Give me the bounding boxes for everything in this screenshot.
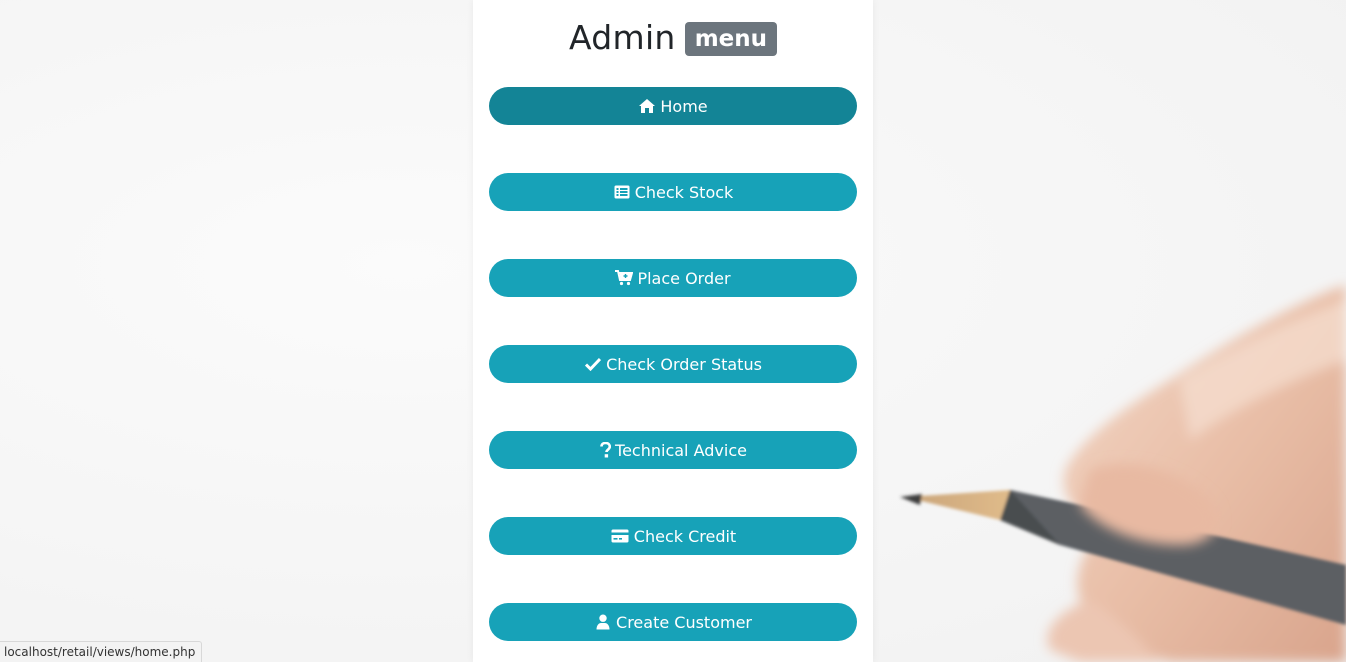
check-credit-button-label: Check Credit	[633, 526, 737, 546]
status-bar-url: localhost/retail/views/home.php	[0, 641, 203, 662]
place-order-button[interactable]: Place Order	[489, 259, 857, 297]
technical-advice-button[interactable]: Technical Advice	[489, 431, 857, 469]
home-button[interactable]: Home	[489, 87, 857, 125]
check-credit-button[interactable]: Check Credit	[489, 517, 857, 555]
create-customer-button[interactable]: Create Customer	[489, 603, 857, 641]
home-button-label: Home	[660, 96, 708, 116]
page-title: Admin	[568, 18, 676, 57]
check-stock-button-label: Check Stock	[634, 182, 734, 202]
check-icon	[584, 355, 602, 373]
place-order-button-label: Place Order	[637, 268, 731, 288]
admin-menu-panel: Admin menu Home Check Stock Place Order …	[473, 0, 873, 662]
cart-plus-icon	[615, 269, 634, 287]
check-stock-button[interactable]: Check Stock	[489, 173, 857, 211]
user-icon	[594, 613, 612, 631]
page-header: Admin menu	[473, 18, 873, 57]
check-order-status-button[interactable]: Check Order Status	[489, 345, 857, 383]
question-icon	[599, 441, 611, 459]
technical-advice-button-label: Technical Advice	[615, 440, 747, 460]
menu-badge: menu	[684, 21, 778, 56]
create-customer-button-label: Create Customer	[616, 612, 752, 632]
home-icon	[638, 97, 656, 115]
check-order-status-button-label: Check Order Status	[606, 354, 762, 374]
credit-card-icon	[610, 527, 630, 545]
list-alt-icon	[613, 183, 631, 201]
